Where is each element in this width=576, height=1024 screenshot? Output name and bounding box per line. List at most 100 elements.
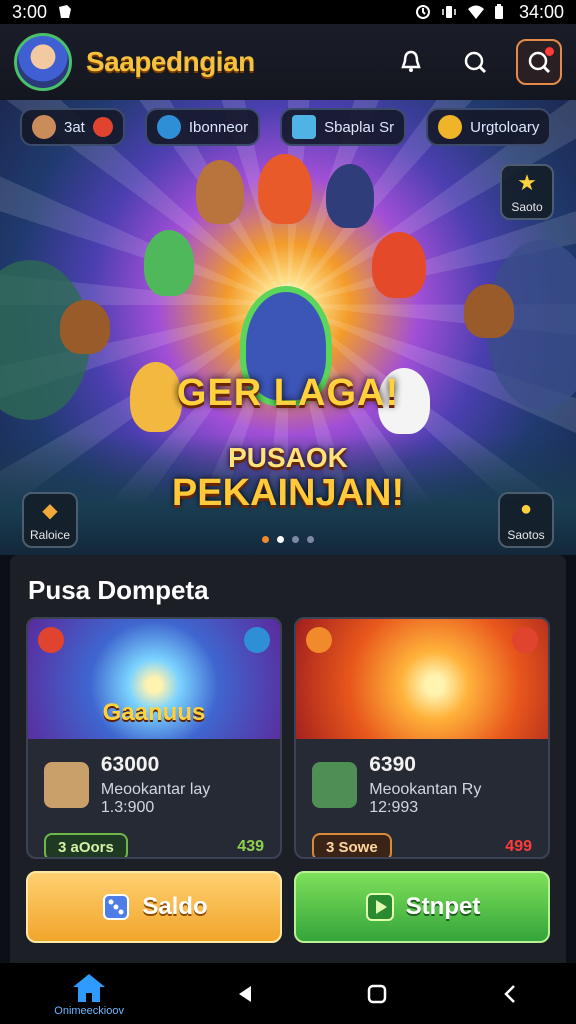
- app-title: Saapedngian: [86, 46, 255, 77]
- character-icon: [44, 762, 89, 808]
- section-title: Pusa Dompeta: [28, 575, 209, 605]
- search-button[interactable]: [452, 39, 498, 85]
- vibrate-icon: [441, 4, 457, 20]
- card-description: Meookantar lay 1.3:900: [100, 781, 211, 816]
- card-amount: 6390: [369, 753, 416, 776]
- chevron-left-icon: [503, 984, 515, 1003]
- badge-icon: [38, 627, 64, 653]
- saldo-button[interactable]: Saldo: [26, 871, 282, 943]
- card-pill-label: 3 Sowe: [326, 838, 378, 856]
- star-icon: ★: [517, 170, 537, 195]
- wallet-card[interactable]: 6390 Meookantan Ry 12:993 3 Sowe 499: [294, 617, 550, 859]
- card-row: 63000 Meookantar lay 1.3:900: [44, 753, 264, 817]
- status-bar: 3:00 34:00: [0, 0, 576, 24]
- character-figure: [326, 164, 374, 228]
- card-price: 499: [505, 838, 532, 855]
- home-icon: [73, 973, 106, 1002]
- card-body: 63000 Meookantar lay 1.3:900 3 aOors 439: [28, 739, 280, 857]
- nav-home[interactable]: Onimeeckioov: [54, 971, 124, 1017]
- header-actions: [388, 39, 562, 85]
- character-figure: [258, 154, 312, 224]
- card-pill-label: 3 aOors: [58, 838, 114, 856]
- nav-home-label: Onimeeckioov: [54, 1004, 124, 1017]
- setor-label: Stnpet: [405, 893, 481, 920]
- card-banner: [296, 619, 548, 739]
- nav-home-square[interactable]: [365, 982, 389, 1006]
- chip-label: Ibonneor: [188, 118, 249, 136]
- badge-icon: [244, 627, 270, 653]
- status-time: 3:00: [12, 1, 48, 22]
- back-triangle-icon: [238, 985, 251, 1002]
- card-body: 6390 Meookantan Ry 12:993 3 Sowe 499: [296, 739, 548, 857]
- badge-icon: [306, 627, 332, 653]
- bottom-nav: Onimeeckioov: [0, 963, 576, 1024]
- card-footer: 3 Sowe 499: [312, 833, 532, 857]
- status-left: 3:00: [12, 2, 73, 23]
- carousel-dot[interactable]: [307, 536, 314, 543]
- chip-label: Urgtoloary: [470, 118, 540, 136]
- alarm-icon: [415, 4, 431, 20]
- setor-button[interactable]: Stnpet: [294, 871, 550, 943]
- chip-gem[interactable]: Sbaplaı Sr: [280, 108, 407, 146]
- chest-icon: [312, 762, 358, 808]
- card-price: 439: [237, 838, 264, 855]
- app-header: Saapedngian: [0, 24, 576, 100]
- chip-profile[interactable]: 3at: [20, 108, 125, 146]
- card-pill-button[interactable]: 3 aOors: [44, 833, 128, 857]
- side-badge-star[interactable]: ★ Saoto: [500, 164, 554, 220]
- gem-icon: [292, 115, 317, 139]
- search-icon: [464, 51, 487, 74]
- card-banner: Gaanuus: [28, 619, 280, 739]
- character-figure: [196, 160, 244, 224]
- avatar[interactable]: [14, 33, 72, 91]
- saldo-label: Saldo: [142, 893, 208, 920]
- card-description: Meookantan Ry 12:993: [369, 781, 482, 816]
- status-time-right: 34:00: [518, 1, 564, 22]
- card-row: 6390 Meookantan Ry 12:993: [312, 753, 532, 817]
- carousel-dot[interactable]: [292, 536, 299, 543]
- nav-recent[interactable]: [498, 982, 522, 1006]
- nav-back[interactable]: [233, 982, 257, 1006]
- square-icon: [367, 984, 387, 1003]
- card-info: 63000 Meookantar lay 1.3:900: [101, 753, 264, 817]
- wallet-card[interactable]: Gaanuus 63000 Meookantar lay 1.3:900 3 a…: [26, 617, 282, 859]
- card-footer: 3 aOors 439: [44, 833, 264, 857]
- hero-title: GER LAGA!: [176, 372, 400, 414]
- badge-icon: [512, 627, 538, 653]
- wallet-section: Pusa Dompeta Gaanuus 63000 Meookantar la…: [10, 555, 566, 963]
- status-right: 34:00: [415, 2, 564, 23]
- carousel-dots: [0, 536, 576, 543]
- shield-icon: [156, 115, 181, 139]
- notification-icon: [57, 4, 73, 20]
- side-badge-label: Saoto: [511, 200, 543, 214]
- profile-icon: [32, 115, 56, 139]
- card-banner-text: Gaanuus: [102, 699, 206, 726]
- card-amount: 63000: [100, 753, 160, 776]
- card-info: 6390 Meookantan Ry 12:993: [369, 753, 532, 817]
- carousel-dot[interactable]: [262, 536, 269, 543]
- creature-figure: [464, 284, 514, 338]
- card-pill-button[interactable]: 3 Sowe: [312, 833, 392, 857]
- play-icon: [365, 893, 394, 921]
- notification-dot: [545, 47, 554, 56]
- hero-banner[interactable]: 3at Ibonneor Sbaplaı Sr Urgtoloary ★ Sao…: [0, 100, 576, 555]
- bell-icon: [401, 50, 421, 72]
- wifi-icon: [467, 4, 484, 20]
- carousel-dot[interactable]: [277, 536, 284, 543]
- creature-figure: [60, 300, 110, 354]
- badge-icon: [92, 117, 113, 137]
- character-figure: [144, 230, 194, 296]
- dice-icon: [103, 894, 130, 920]
- search-alert-button[interactable]: [516, 39, 562, 85]
- notification-bell-button[interactable]: [388, 39, 434, 85]
- trophy-icon: [438, 115, 463, 139]
- character-figure: [372, 232, 426, 298]
- battery-icon: [493, 4, 509, 20]
- hero-subtitle: PUSAOK: [228, 442, 348, 473]
- hero-subtitle-main: PEKAINJAN!: [171, 472, 405, 514]
- chip-label: Sbaplaı Sr: [324, 118, 395, 136]
- chip-trophy[interactable]: Urgtoloary: [426, 108, 552, 146]
- chip-label: 3at: [64, 118, 85, 136]
- chip-row: 3at Ibonneor Sbaplaı Sr Urgtoloary: [20, 108, 556, 146]
- chip-shield[interactable]: Ibonneor: [144, 108, 261, 146]
